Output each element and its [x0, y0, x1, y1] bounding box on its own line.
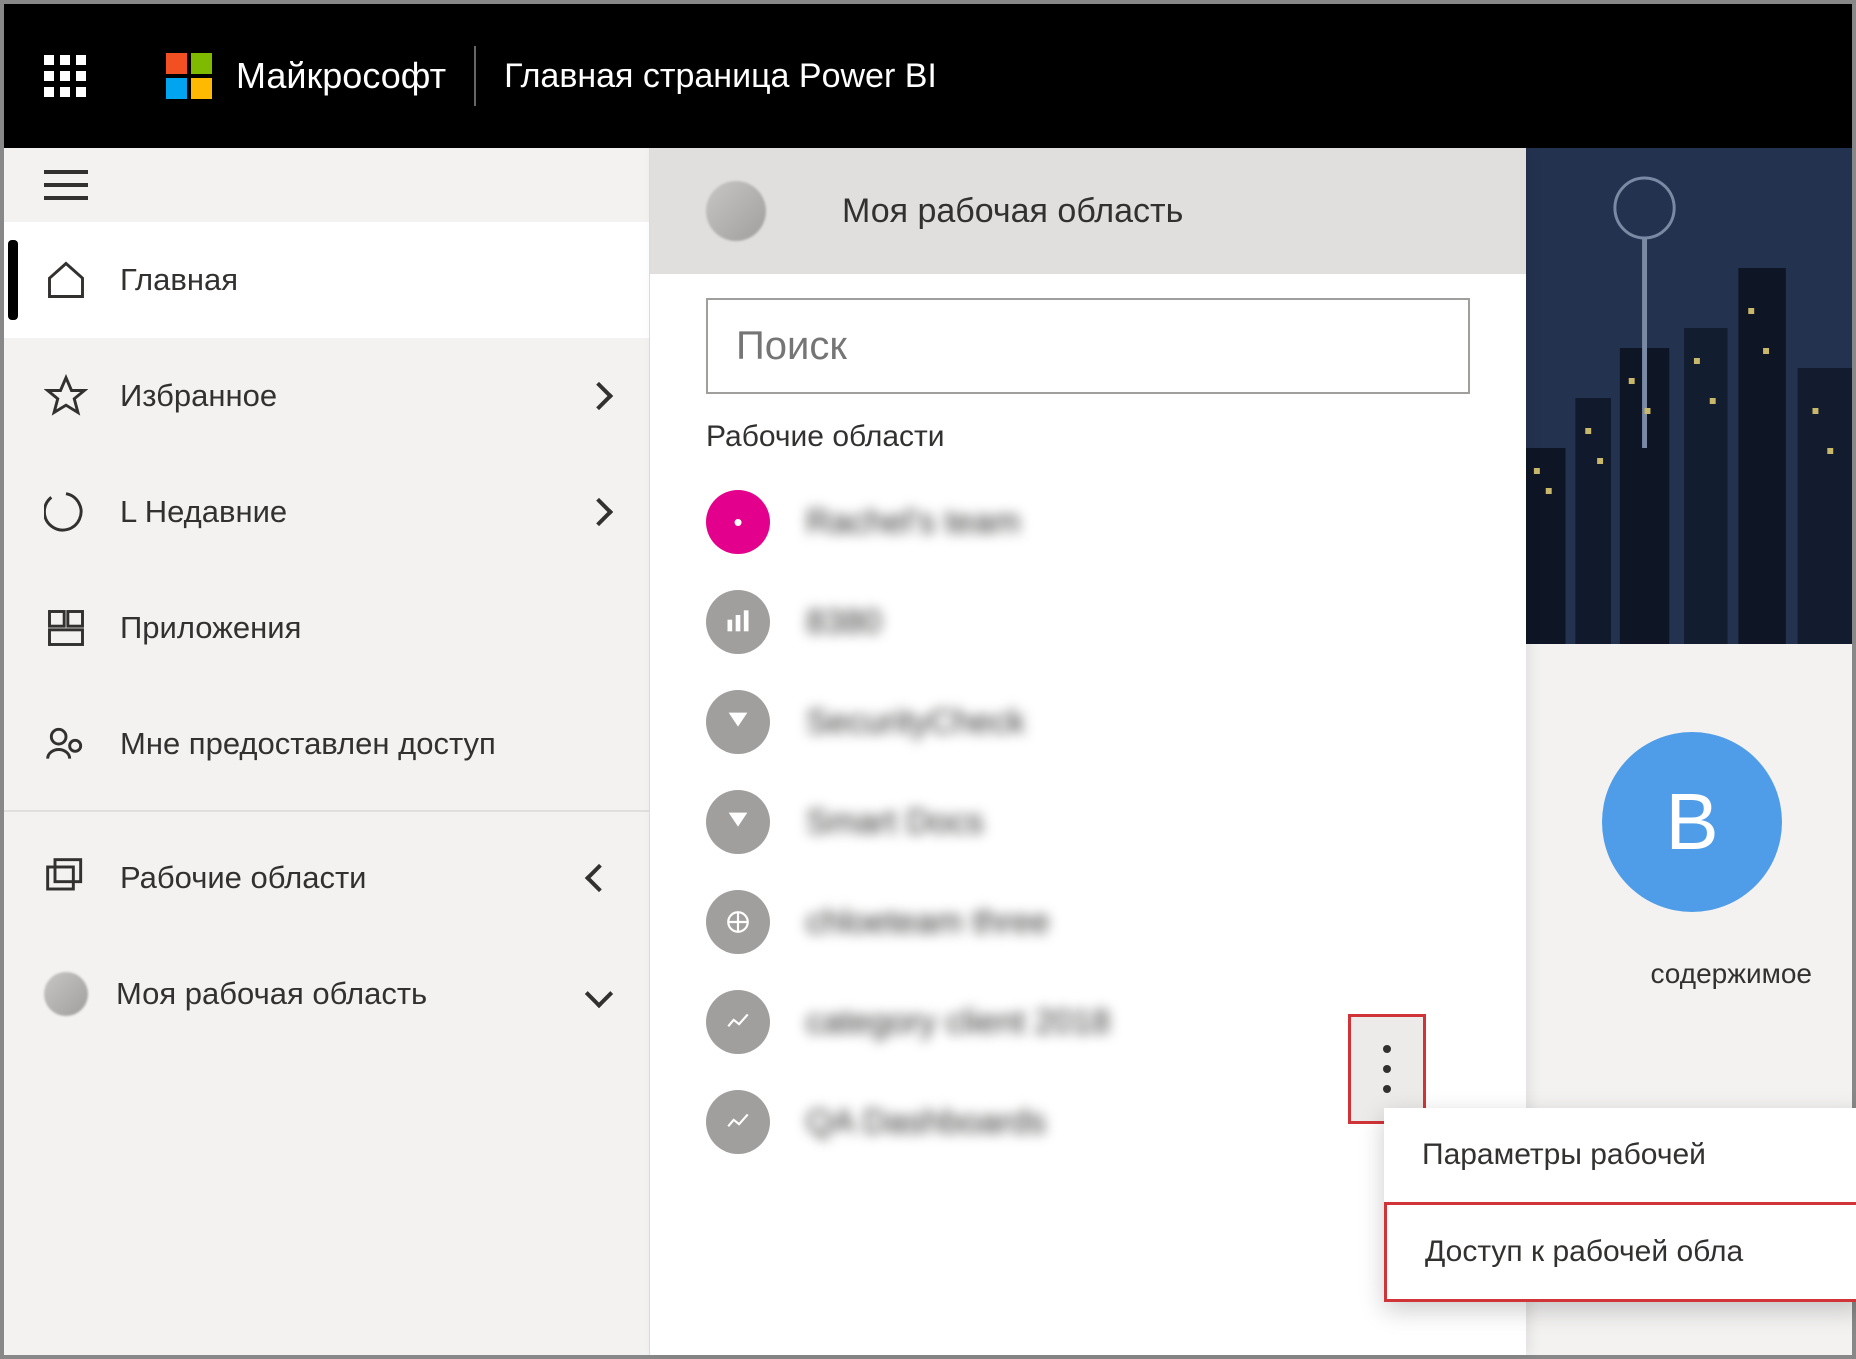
hero-background — [1526, 148, 1852, 644]
top-header: Майкрософт Главная страница Power BI — [0, 0, 1856, 148]
divider — [474, 46, 476, 106]
nav-shared-label: Мне предоставлен доступ — [120, 726, 496, 762]
separator — [4, 810, 649, 812]
microsoft-logo-icon — [166, 53, 212, 99]
workspace-item[interactable]: • Rachel's team — [650, 472, 1526, 572]
star-icon — [44, 374, 88, 418]
workspace-name: Smart Docs — [806, 803, 984, 842]
app-launcher-icon[interactable] — [44, 55, 86, 97]
clock-icon — [44, 490, 88, 534]
workspace-avatar-circle[interactable]: В — [1602, 732, 1782, 912]
workspace-name: 8380 — [806, 603, 882, 642]
nav-favorites-label: Избранное — [120, 378, 277, 414]
nav-workspaces[interactable]: Рабочие области — [4, 820, 649, 936]
workspace-badge-icon — [706, 590, 770, 654]
workspace-context-menu: Параметры рабочей Доступ к рабочей обла — [1384, 1108, 1856, 1302]
ctx-workspace-access[interactable]: Доступ к рабочей обла — [1384, 1202, 1856, 1302]
brand-label: Майкрософт — [236, 55, 446, 97]
workspace-badge-icon — [706, 790, 770, 854]
apps-icon — [44, 606, 88, 650]
nav-my-workspace[interactable]: Моя рабочая область — [4, 936, 649, 1052]
workspace-item[interactable]: 8380 — [650, 572, 1526, 672]
content-label: содержимое — [1650, 958, 1812, 990]
nav-my-workspace-label: Моя рабочая область — [116, 976, 427, 1012]
workspace-name: category client 2018 — [806, 1003, 1110, 1042]
nav-home-label: Главная — [120, 262, 238, 298]
workspace-name: QA Dashboards — [806, 1103, 1046, 1142]
more-vertical-icon — [1383, 1065, 1391, 1073]
workspace-badge-icon — [706, 1090, 770, 1154]
workspace-search-input[interactable] — [706, 298, 1470, 394]
workspace-name: chloeteam three — [806, 903, 1050, 942]
workspace-item[interactable]: Smart Docs — [650, 772, 1526, 872]
nav-favorites[interactable]: Избранное — [4, 338, 649, 454]
chevron-right-icon — [585, 382, 613, 410]
workspace-section-label: Рабочие области — [650, 412, 1526, 472]
app-title: Главная страница Power BI — [504, 57, 937, 96]
workspace-name: Rachel's team — [806, 503, 1020, 542]
chevron-right-icon — [585, 498, 613, 526]
chevron-down-icon — [585, 980, 613, 1008]
nav-home[interactable]: Главная — [4, 222, 649, 338]
workspace-flyout-header[interactable]: Моя рабочая область — [650, 148, 1526, 274]
workspace-avatar-letter: В — [1665, 776, 1718, 868]
more-vertical-icon — [1383, 1085, 1391, 1093]
avatar-icon — [706, 181, 766, 241]
workspace-badge-icon — [706, 890, 770, 954]
workspace-item[interactable]: SecurityCheck — [650, 672, 1526, 772]
workspace-badge-icon: • — [706, 490, 770, 554]
nav-recent[interactable]: L Недавние — [4, 454, 649, 570]
left-nav: Главная Избранное L Недавние Приложения — [4, 148, 650, 1355]
workspace-badge-icon — [706, 990, 770, 1054]
ctx-workspace-settings[interactable]: Параметры рабочей — [1384, 1108, 1856, 1202]
nav-shared[interactable]: Мне предоставлен доступ — [4, 686, 649, 802]
nav-apps-label: Приложения — [120, 610, 301, 646]
workspace-flyout-title: Моя рабочая область — [842, 192, 1183, 231]
nav-apps[interactable]: Приложения — [4, 570, 649, 686]
chevron-left-icon — [585, 864, 613, 892]
home-icon — [44, 258, 88, 302]
hamburger-icon[interactable] — [44, 170, 88, 200]
workspace-name: SecurityCheck — [806, 703, 1025, 742]
avatar-icon — [44, 972, 88, 1016]
workspaces-icon — [44, 856, 88, 900]
more-vertical-icon — [1383, 1045, 1391, 1053]
nav-workspaces-label: Рабочие области — [120, 860, 366, 896]
workspace-badge-icon — [706, 690, 770, 754]
shared-icon — [44, 722, 88, 766]
nav-recent-label: L Недавние — [120, 494, 287, 530]
workspace-item[interactable]: chloeteam three — [650, 872, 1526, 972]
